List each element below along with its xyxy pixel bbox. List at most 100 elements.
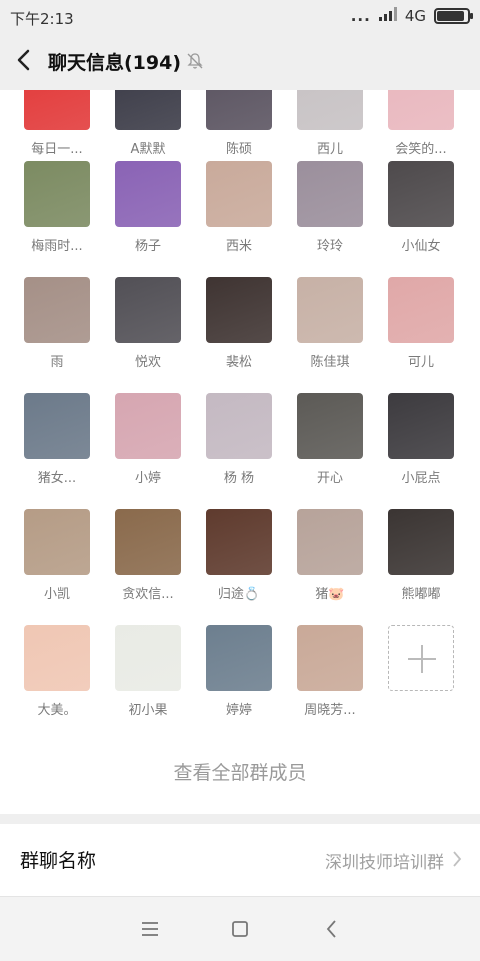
member-avatar xyxy=(388,393,454,459)
title-bar: 聊天信息(194) xyxy=(0,34,480,90)
member-avatar xyxy=(115,509,181,575)
member-item[interactable]: 会笑的... xyxy=(375,90,467,157)
member-name: 大美。 xyxy=(37,703,77,718)
member-avatar xyxy=(24,393,90,459)
status-icons: ... 4G xyxy=(350,7,473,25)
member-name: 梅雨时... xyxy=(31,239,83,254)
member-name: 陈佳琪 xyxy=(310,355,350,370)
group-name-row[interactable]: 群聊名称 深圳技师培训群 xyxy=(0,824,480,892)
member-name: 悦欢 xyxy=(134,355,161,370)
member-item[interactable]: 陈硕 xyxy=(193,90,285,157)
menu-icon[interactable] xyxy=(138,917,162,941)
member-avatar xyxy=(388,90,454,130)
member-item[interactable]: 猪女... xyxy=(11,393,103,486)
member-name: 玲玲 xyxy=(316,239,343,254)
plus-icon xyxy=(408,645,436,673)
member-name: 初小果 xyxy=(128,703,168,718)
member-avatar xyxy=(24,277,90,343)
member-avatar xyxy=(115,625,181,691)
member-avatar xyxy=(297,277,363,343)
member-avatar xyxy=(206,393,272,459)
member-item[interactable]: 陈佳琪 xyxy=(284,277,376,370)
battery-fill xyxy=(437,11,464,21)
member-item[interactable]: 杨 杨 xyxy=(193,393,285,486)
member-item[interactable]: 玲玲 xyxy=(284,161,376,254)
back-arrow-icon[interactable] xyxy=(12,46,36,74)
member-name: 西米 xyxy=(225,239,252,254)
member-name: 婷婷 xyxy=(225,703,252,718)
member-avatar xyxy=(115,277,181,343)
member-item[interactable]: 裴松 xyxy=(193,277,285,370)
member-item[interactable]: 西儿 xyxy=(284,90,376,157)
page-title: 聊天信息(194) xyxy=(48,52,182,74)
member-item[interactable]: A默默 xyxy=(102,90,194,157)
member-grid: 每日一... A默默 陈硕 西儿 会笑的... 梅雨时... 杨子 西米 玲玲 小仙女雨 悦欢 裴松 陈… xyxy=(0,90,480,730)
member-item[interactable]: 周晓芳... xyxy=(284,625,376,718)
status-time: 下午2:13 xyxy=(10,10,74,28)
member-item[interactable]: 雨 xyxy=(11,277,103,370)
member-item[interactable]: 婷婷 xyxy=(193,625,285,718)
chevron-right-icon xyxy=(452,850,462,872)
member-name: 猪🐷 xyxy=(315,587,345,602)
member-avatar xyxy=(115,90,181,130)
member-item[interactable]: 杨子 xyxy=(102,161,194,254)
member-item[interactable]: 西米 xyxy=(193,161,285,254)
member-name: 开心 xyxy=(316,471,343,486)
member-name: 每日一... xyxy=(31,142,83,157)
system-nav-bar xyxy=(0,896,480,961)
view-all-members-button[interactable]: 查看全部群成员 xyxy=(0,740,480,806)
battery-icon xyxy=(434,8,473,24)
member-avatar xyxy=(206,625,272,691)
member-avatar xyxy=(297,161,363,227)
group-name-label: 群聊名称 xyxy=(20,850,97,872)
member-avatar xyxy=(24,90,90,130)
status-dots: ... xyxy=(350,7,371,25)
member-name: 小仙女 xyxy=(401,239,441,254)
member-avatar xyxy=(24,161,90,227)
member-name: 贪欢信... xyxy=(122,587,174,602)
member-item[interactable]: 小凯 xyxy=(11,509,103,602)
member-item[interactable]: 大美。 xyxy=(11,625,103,718)
member-avatar xyxy=(297,393,363,459)
member-name: 小婷 xyxy=(134,471,161,486)
member-avatar xyxy=(388,509,454,575)
member-name: 会笑的... xyxy=(395,142,447,157)
member-name: 归途💍 xyxy=(217,587,261,602)
back-icon[interactable] xyxy=(320,917,344,941)
home-icon[interactable] xyxy=(228,917,252,941)
member-avatar xyxy=(206,509,272,575)
member-item[interactable]: 小仙女 xyxy=(375,161,467,254)
member-avatar xyxy=(297,509,363,575)
member-avatar xyxy=(206,277,272,343)
member-avatar xyxy=(297,90,363,130)
member-item[interactable]: 每日一... xyxy=(11,90,103,157)
member-item[interactable]: 可儿 xyxy=(375,277,467,370)
member-name: 可儿 xyxy=(407,355,434,370)
member-item[interactable]: 小婷 xyxy=(102,393,194,486)
member-item[interactable]: 贪欢信... xyxy=(102,509,194,602)
group-name-value: 深圳技师培训群 xyxy=(325,853,444,873)
member-avatar xyxy=(115,393,181,459)
member-item[interactable]: 归途💍 xyxy=(193,509,285,602)
member-name: A默默 xyxy=(130,142,166,157)
member-item[interactable]: 熊嘟嘟 xyxy=(375,509,467,602)
member-avatar xyxy=(388,277,454,343)
status-bar: 下午2:13 ... 4G xyxy=(0,0,480,34)
member-avatar xyxy=(115,161,181,227)
section-divider xyxy=(0,814,480,824)
member-item[interactable]: 小屁点 xyxy=(375,393,467,486)
member-avatar xyxy=(206,90,272,130)
member-name: 猪女... xyxy=(37,471,77,486)
member-name: 熊嘟嘟 xyxy=(401,587,441,602)
member-name: 裴松 xyxy=(225,355,252,370)
member-item[interactable]: 猪🐷 xyxy=(284,509,376,602)
member-name: 周晓芳... xyxy=(304,703,356,718)
add-member-button[interactable] xyxy=(388,625,454,691)
member-avatar xyxy=(388,161,454,227)
bell-mute-icon xyxy=(186,52,204,70)
member-item[interactable]: 悦欢 xyxy=(102,277,194,370)
member-item[interactable]: 初小果 xyxy=(102,625,194,718)
member-name: 陈硕 xyxy=(225,142,252,157)
member-item[interactable]: 梅雨时... xyxy=(11,161,103,254)
member-item[interactable]: 开心 xyxy=(284,393,376,486)
